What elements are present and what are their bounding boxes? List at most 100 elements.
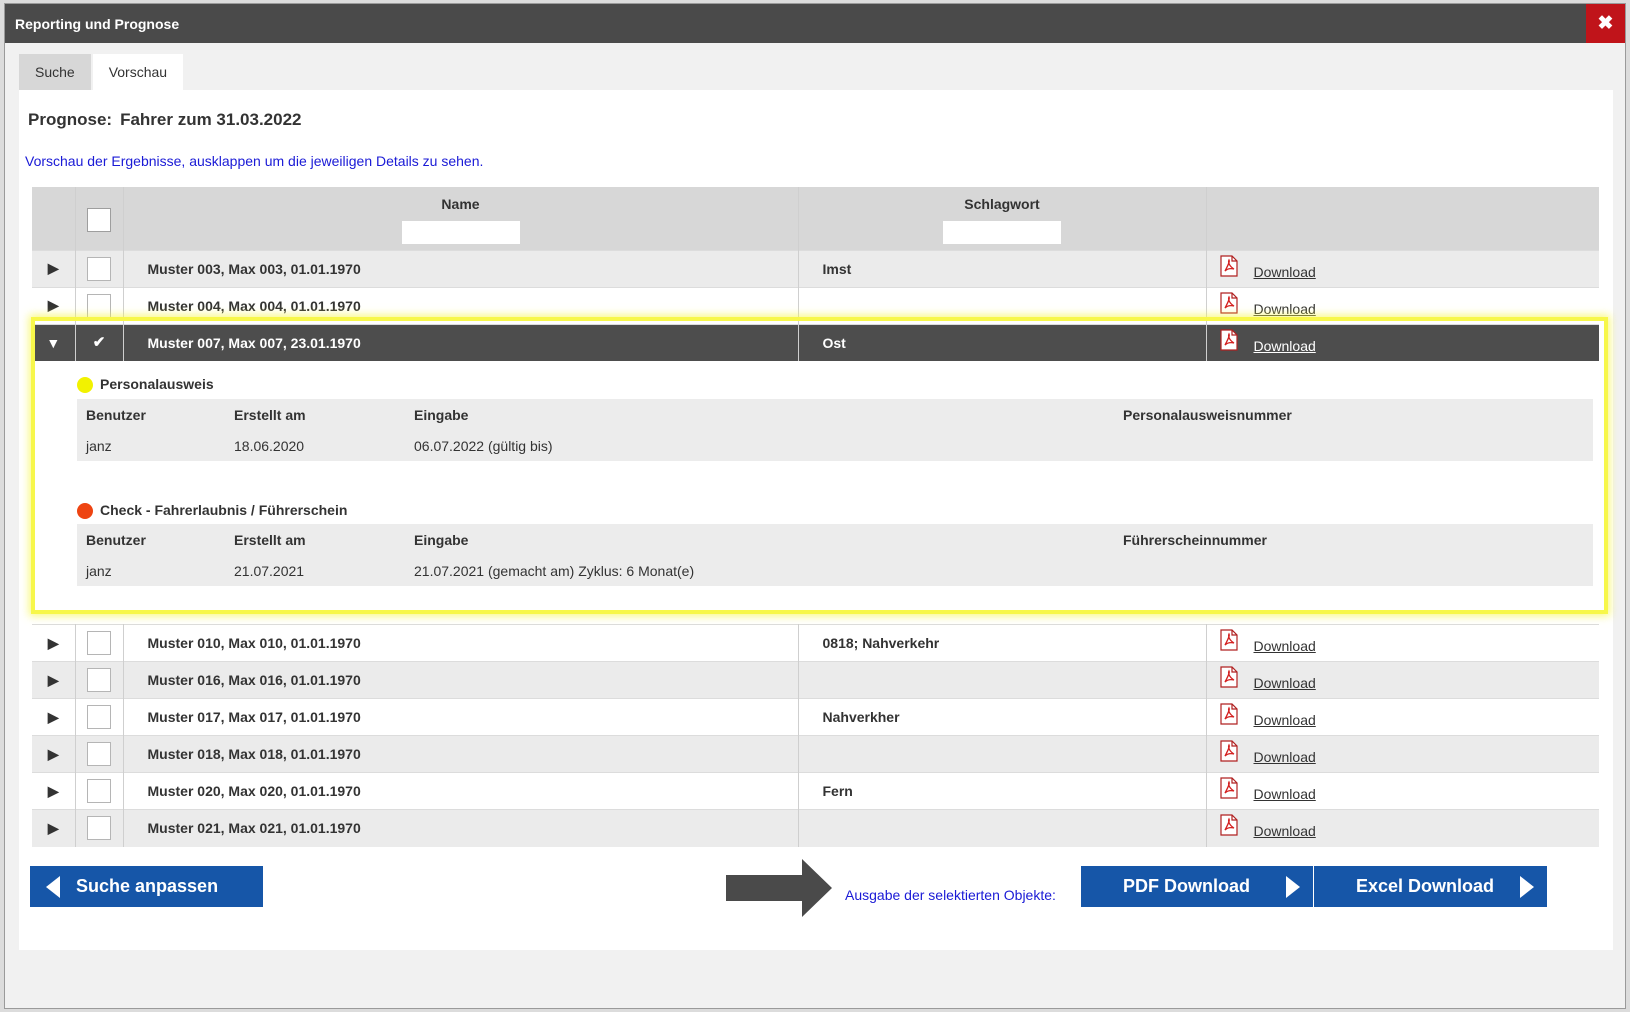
row-schlagwort: 0818; Nahverkehr: [798, 624, 1207, 662]
expand-toggle[interactable]: ▶: [32, 735, 76, 773]
detail-header: Eingabe: [414, 532, 469, 548]
pdf-icon: [1219, 629, 1239, 651]
detail-header: Personalausweisnummer: [1123, 407, 1292, 423]
detail-value: janz: [86, 563, 112, 579]
dialog-title: Reporting und Prognose: [15, 16, 180, 32]
row-checkbox[interactable]: [87, 293, 111, 318]
arrow-right-icon: [1520, 876, 1534, 898]
detail-header: Erstellt am: [234, 407, 306, 423]
table-row[interactable]: ▶ Muster 020, Max 020, 01.01.1970 Fern D…: [32, 772, 1599, 810]
table-row-selected[interactable]: ▼ ✔ Muster 007, Max 007, 23.01.1970 Ost …: [32, 323, 1599, 361]
pdf-icon: [1219, 666, 1239, 688]
pdf-icon: [1219, 703, 1239, 725]
table-row[interactable]: ▶ Muster 004, Max 004, 01.01.1970 Downlo…: [32, 286, 1599, 324]
expand-toggle[interactable]: ▶: [32, 661, 76, 699]
download-link[interactable]: Download: [1254, 264, 1316, 280]
pdf-icon: [1219, 254, 1239, 277]
detail-header: Eingabe: [414, 407, 469, 423]
download-link[interactable]: Download: [1254, 712, 1316, 728]
row-name: Muster 007, Max 007, 23.01.1970: [123, 323, 799, 361]
row-name: Muster 020, Max 020, 01.01.1970: [123, 772, 799, 810]
row-checkbox[interactable]: [87, 705, 111, 729]
download-link[interactable]: Download: [1254, 675, 1316, 691]
excel-download-button[interactable]: Excel Download: [1314, 866, 1547, 907]
schlagwort-header-label: Schlagwort: [964, 196, 1040, 212]
preview-panel: Prognose: Fahrer zum 31.03.2022 Vorschau …: [19, 90, 1613, 950]
expand-toggle[interactable]: ▶: [32, 809, 76, 847]
table-row[interactable]: ▶ Muster 016, Max 016, 01.01.1970 Downlo…: [32, 661, 1599, 699]
download-link[interactable]: Download: [1254, 823, 1316, 839]
status-dot-red: [77, 503, 93, 519]
row-checkbox[interactable]: [87, 742, 111, 766]
name-filter-input[interactable]: [401, 221, 520, 244]
download-link[interactable]: Download: [1254, 786, 1316, 802]
detail-header: Führerscheinnummer: [1123, 532, 1267, 548]
row-detail: Personalausweis Benutzer Erstellt am Ein…: [32, 361, 1599, 625]
tab-vorschau[interactable]: Vorschau: [92, 54, 184, 90]
expand-toggle[interactable]: ▶: [32, 698, 76, 736]
row-checkbox[interactable]: [87, 816, 111, 841]
row-name: Muster 004, Max 004, 01.01.1970: [123, 286, 799, 324]
row-schlagwort: [798, 286, 1207, 324]
download-link[interactable]: Download: [1254, 301, 1316, 317]
table-row[interactable]: ▶ Muster 017, Max 017, 01.01.1970 Nahver…: [32, 698, 1599, 736]
collapse-toggle[interactable]: ▼: [32, 323, 76, 361]
arrow-left-icon: [46, 875, 60, 898]
download-column-header: [1206, 187, 1599, 250]
prognose-value: Fahrer zum 31.03.2022: [120, 110, 302, 129]
table-row[interactable]: ▶ Muster 018, Max 018, 01.01.1970 Downlo…: [32, 735, 1599, 773]
detail-value: janz: [86, 438, 112, 454]
download-link[interactable]: Download: [1254, 638, 1316, 654]
expand-toggle[interactable]: ▶: [32, 286, 76, 324]
section-title-personalausweis: Personalausweis: [100, 376, 214, 392]
title-bar: Reporting und Prognose ✖: [5, 4, 1625, 43]
row-name: Muster 010, Max 010, 01.01.1970: [123, 624, 799, 662]
download-link[interactable]: Download: [1254, 749, 1316, 765]
status-dot-yellow: [77, 377, 93, 393]
row-checkbox[interactable]: [87, 668, 111, 692]
table-row[interactable]: ▶ Muster 021, Max 021, 01.01.1970 Downlo…: [32, 809, 1599, 847]
expand-toggle[interactable]: ▶: [32, 249, 76, 287]
suche-anpassen-button[interactable]: Suche anpassen: [30, 866, 263, 907]
pdf-icon: [1219, 291, 1239, 314]
download-link[interactable]: Download: [1254, 338, 1316, 354]
select-column-header: [75, 187, 124, 250]
detail-value: 18.06.2020: [234, 438, 305, 454]
table-row[interactable]: ▶ Muster 003, Max 003, 01.01.1970 Imst D…: [32, 249, 1599, 287]
pdf-download-button[interactable]: PDF Download: [1081, 866, 1313, 907]
pdf-icon: [1219, 777, 1239, 799]
row-checkbox[interactable]: [87, 631, 111, 655]
select-all-checkbox[interactable]: [87, 208, 111, 232]
row-name: Muster 021, Max 021, 01.01.1970: [123, 809, 799, 847]
table-row[interactable]: ▶ Muster 010, Max 010, 01.01.1970 0818; …: [32, 624, 1599, 662]
expand-toggle[interactable]: ▶: [32, 624, 76, 662]
detail-header: Erstellt am: [234, 532, 306, 548]
output-selected-label: Ausgabe der selektierten Objekte:: [845, 887, 1056, 903]
suche-anpassen-label: Suche anpassen: [76, 876, 219, 896]
preview-hint: Vorschau der Ergebnisse, ausklappen um d…: [25, 153, 484, 169]
schlagwort-column-header: Schlagwort: [798, 187, 1207, 250]
row-checkbox-checked[interactable]: ✔: [87, 331, 111, 355]
excel-download-label: Excel Download: [1356, 876, 1495, 896]
schlagwort-filter-input[interactable]: [943, 221, 1061, 244]
detail-table-personalausweis: Benutzer Erstellt am Eingabe Personalaus…: [77, 399, 1593, 461]
expand-column-header: [32, 187, 76, 250]
pdf-icon: [1219, 814, 1239, 836]
detail-value: 06.07.2022 (gültig bis): [414, 438, 553, 454]
row-schlagwort: [798, 809, 1207, 847]
pdf-icon: [1219, 329, 1239, 351]
row-checkbox[interactable]: [87, 256, 111, 281]
expand-toggle[interactable]: ▶: [32, 772, 76, 810]
section-title-fuehrerschein: Check - Fahrerlaubnis / Führerschein: [100, 502, 348, 518]
name-column-header: Name: [123, 187, 799, 250]
page-title: Prognose: Fahrer zum 31.03.2022: [28, 110, 302, 130]
tab-suche[interactable]: Suche: [19, 54, 91, 90]
name-header-label: Name: [441, 196, 480, 212]
pdf-icon: [1219, 740, 1239, 762]
close-button[interactable]: ✖: [1586, 4, 1625, 43]
row-name: Muster 016, Max 016, 01.01.1970: [123, 661, 799, 699]
detail-header: Benutzer: [86, 532, 146, 548]
results-table: Name Schlagwort ▶ Muster 003, Max 003, 0…: [32, 187, 1599, 847]
row-checkbox[interactable]: [87, 779, 111, 803]
prognose-label: Prognose:: [28, 110, 113, 129]
